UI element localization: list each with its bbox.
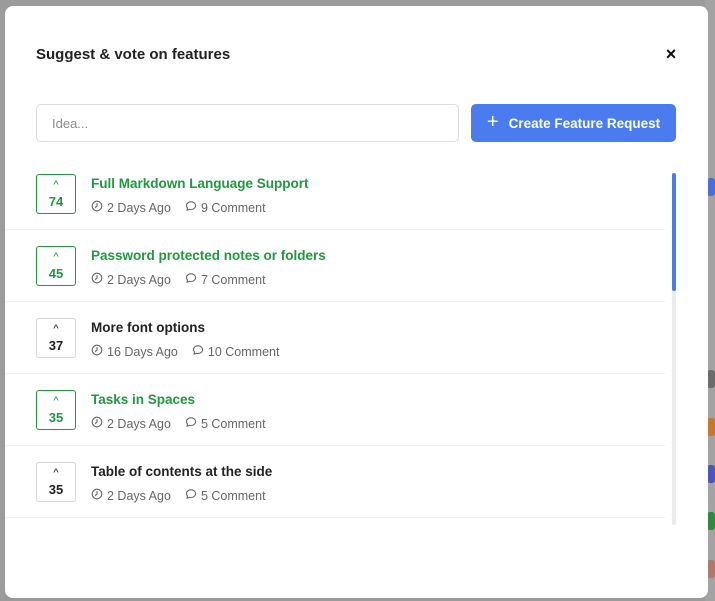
- feature-age-text: 16 Days Ago: [107, 344, 178, 359]
- feature-age: 2 Days Ago: [91, 488, 171, 503]
- feature-comments[interactable]: 5 Comment: [185, 416, 266, 431]
- upvote-button[interactable]: ^ 35: [36, 390, 76, 430]
- comment-bubble-icon: [185, 416, 197, 431]
- feature-meta: 2 Days Ago 9 Comment: [91, 200, 266, 215]
- clock-icon: [91, 344, 103, 359]
- feature-age: 2 Days Ago: [91, 200, 171, 215]
- background-chip: [707, 178, 715, 196]
- caret-up-icon: ^: [53, 178, 59, 191]
- feature-meta: 16 Days Ago 10 Comment: [91, 344, 279, 359]
- vote-count: 35: [48, 409, 64, 425]
- modal-title: Suggest & vote on features: [36, 46, 231, 63]
- caret-up-icon: ^: [53, 250, 59, 263]
- feature-item: ^ 35 Tasks in Spaces 2 Days Ago 5 Comment: [5, 374, 665, 446]
- feature-item: ^ 35 Table of contents at the side 2 Days A…: [5, 446, 665, 518]
- feature-comments-text: 5 Comment: [200, 416, 266, 431]
- feature-item: ^ 74 Full Markdown Language Support 2 Days …: [5, 158, 665, 230]
- feature-comments-text: 10 Comment: [207, 344, 280, 359]
- create-feature-request-label: Create Feature Request: [508, 115, 661, 131]
- feature-list: ^ 74 Full Markdown Language Support 2 Days …: [5, 158, 708, 528]
- feature-meta: 2 Days Ago 5 Comment: [91, 416, 266, 431]
- scrollbar[interactable]: [672, 173, 676, 525]
- feature-title[interactable]: More font options: [91, 320, 205, 335]
- feature-comments[interactable]: 7 Comment: [185, 272, 266, 287]
- feature-item: ^ 45 Password protected notes or folders 2 …: [5, 230, 665, 302]
- upvote-button[interactable]: ^ 45: [36, 246, 76, 286]
- feature-comments-text: 9 Comment: [200, 200, 266, 215]
- background-chip: [707, 370, 715, 388]
- comment-bubble-icon: [185, 272, 197, 287]
- feature-comments[interactable]: 9 Comment: [185, 200, 266, 215]
- feature-age: 2 Days Ago: [91, 416, 171, 431]
- clock-icon: [91, 200, 103, 215]
- feature-title[interactable]: Table of contents at the side: [91, 464, 272, 479]
- caret-up-icon: ^: [53, 322, 59, 335]
- feature-request-modal: Suggest & vote on features × + Create Fe…: [5, 6, 708, 598]
- vote-count: 74: [48, 193, 64, 209]
- feature-comments[interactable]: 5 Comment: [185, 488, 266, 503]
- clock-icon: [91, 272, 103, 287]
- caret-up-icon: ^: [53, 394, 59, 407]
- feature-meta: 2 Days Ago 5 Comment: [91, 488, 266, 503]
- plus-icon: +: [486, 111, 499, 133]
- feature-age-text: 2 Days Ago: [107, 272, 171, 287]
- background-chip: [707, 560, 715, 578]
- create-feature-request-button[interactable]: + Create Feature Request: [471, 104, 676, 142]
- background-chip: [707, 512, 715, 530]
- clock-icon: [91, 488, 103, 503]
- feature-meta: 2 Days Ago 7 Comment: [91, 272, 266, 287]
- feature-title[interactable]: Full Markdown Language Support: [91, 176, 309, 191]
- caret-up-icon: ^: [53, 466, 59, 479]
- feature-comments-text: 5 Comment: [200, 488, 266, 503]
- vote-count: 35: [48, 481, 64, 497]
- feature-age: 16 Days Ago: [91, 344, 178, 359]
- feature-item: ^ 37 More font options 16 Days Ago 10 Commen…: [5, 302, 665, 374]
- close-button[interactable]: ×: [661, 44, 681, 64]
- scrollbar-thumb[interactable]: [672, 173, 676, 291]
- feature-title[interactable]: Tasks in Spaces: [91, 392, 195, 407]
- upvote-button[interactable]: ^ 35: [36, 462, 76, 502]
- comment-bubble-icon: [185, 488, 197, 503]
- background-chip: [707, 465, 715, 483]
- upvote-button[interactable]: ^ 37: [36, 318, 76, 358]
- feature-age: 2 Days Ago: [91, 272, 171, 287]
- feature-comments[interactable]: 10 Comment: [192, 344, 280, 359]
- upvote-button[interactable]: ^ 74: [36, 174, 76, 214]
- comment-bubble-icon: [192, 344, 204, 359]
- feature-comments-text: 7 Comment: [200, 272, 266, 287]
- vote-count: 37: [48, 337, 64, 353]
- feature-age-text: 2 Days Ago: [107, 416, 171, 431]
- idea-input[interactable]: [36, 104, 459, 142]
- feature-age-text: 2 Days Ago: [107, 200, 171, 215]
- clock-icon: [91, 416, 103, 431]
- feature-age-text: 2 Days Ago: [107, 488, 171, 503]
- feature-title[interactable]: Password protected notes or folders: [91, 248, 326, 263]
- comment-bubble-icon: [185, 200, 197, 215]
- vote-count: 45: [48, 265, 64, 281]
- background-chip: [707, 418, 715, 436]
